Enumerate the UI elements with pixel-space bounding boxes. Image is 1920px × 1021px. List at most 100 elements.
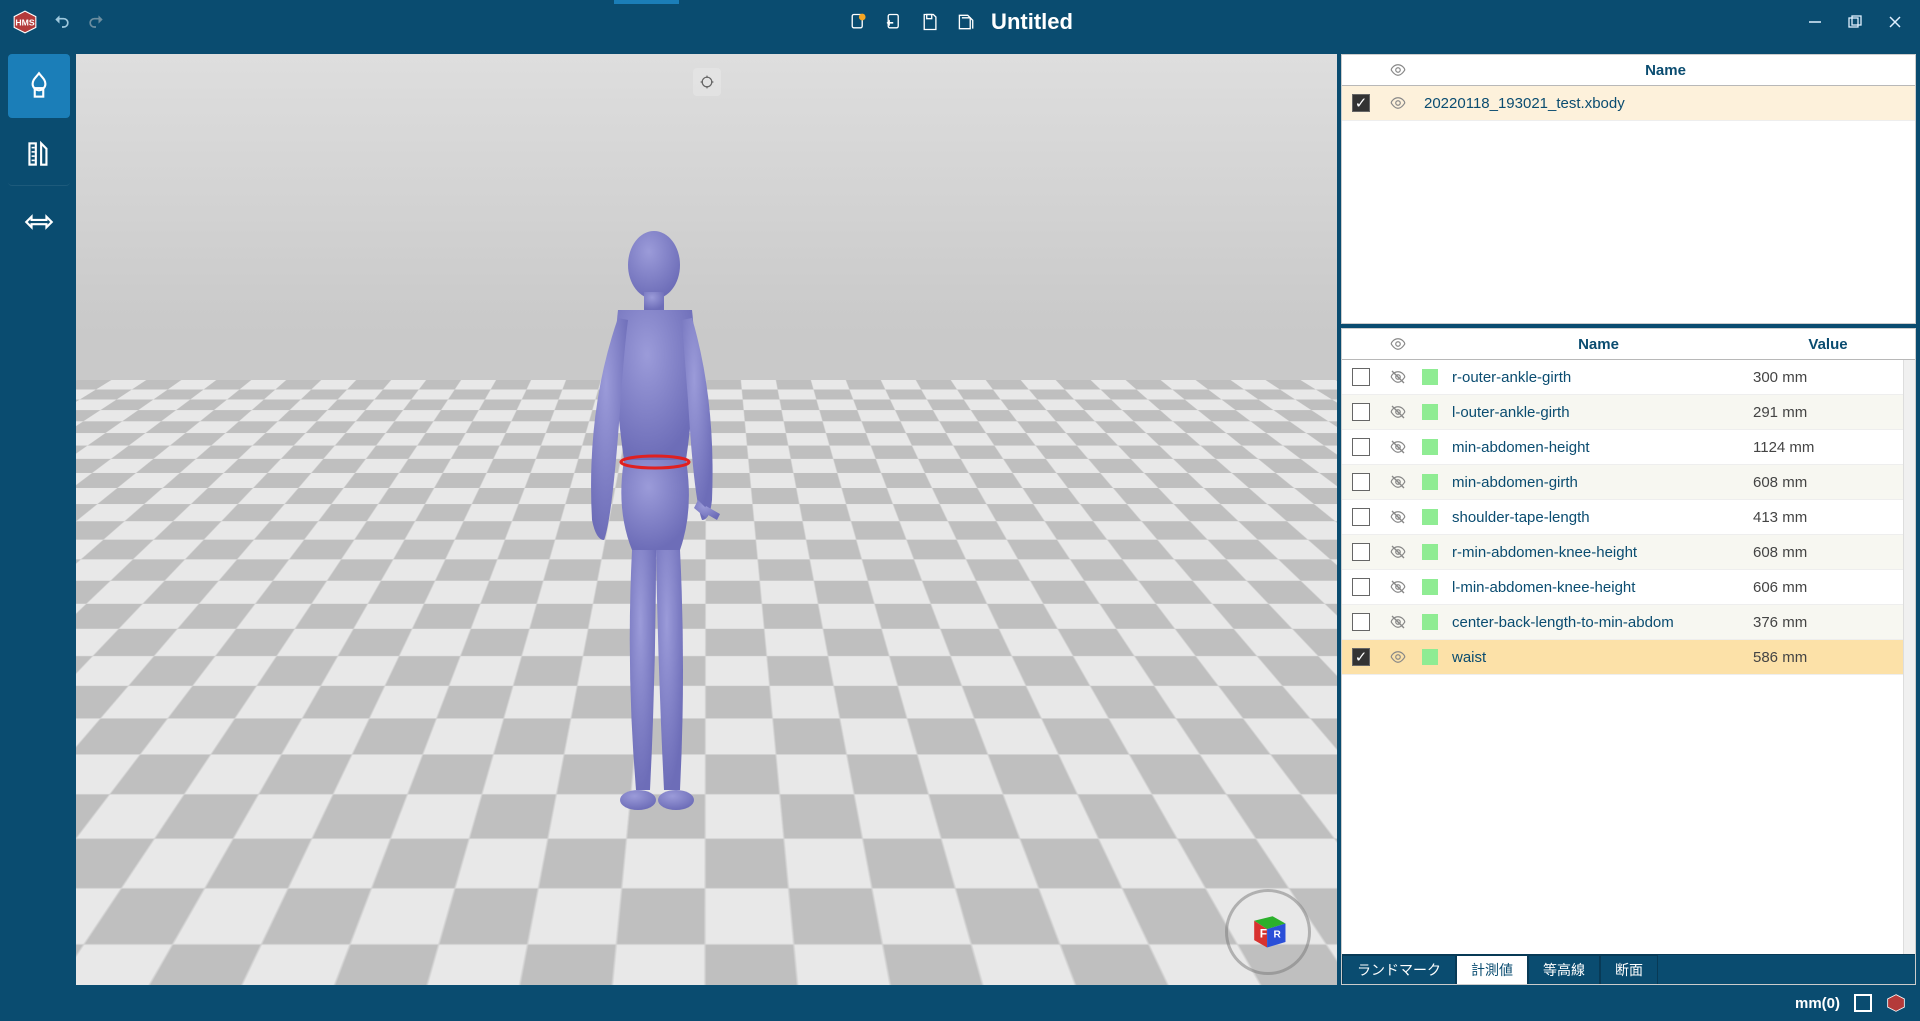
measure-header: Name Value — [1342, 329, 1915, 360]
3d-viewport[interactable]: F R — [76, 54, 1337, 985]
measure-name: shoulder-tape-length — [1444, 509, 1753, 526]
measure-checkbox[interactable] — [1352, 508, 1370, 526]
undo-button[interactable] — [52, 12, 72, 32]
measure-value-header[interactable]: Value — [1753, 336, 1903, 353]
tool-model[interactable] — [8, 54, 70, 118]
measure-checkbox[interactable]: ✓ — [1352, 648, 1370, 666]
color-swatch[interactable] — [1422, 439, 1438, 455]
viewport-camera-button[interactable] — [693, 68, 721, 96]
tab-計測値[interactable]: 計測値 — [1456, 955, 1528, 984]
redo-button[interactable] — [86, 12, 106, 32]
measure-checkbox[interactable] — [1352, 438, 1370, 456]
measure-row[interactable]: center-back-length-to-min-abdom376 mm — [1342, 605, 1903, 640]
right-panels: Name ✓ 20220118_193021_test.xbody Name Va… — [1341, 54, 1916, 985]
tab-断面[interactable]: 断面 — [1600, 955, 1658, 984]
measure-name: center-back-length-to-min-abdom — [1444, 614, 1753, 631]
title-tab-indicator — [614, 0, 679, 4]
tool-width[interactable] — [8, 190, 70, 254]
files-header: Name — [1342, 55, 1915, 86]
measure-row[interactable]: r-outer-ankle-girth300 mm — [1342, 360, 1903, 395]
measure-visibility-icon[interactable] — [1380, 438, 1416, 456]
window-maximize[interactable] — [1846, 13, 1864, 31]
color-swatch[interactable] — [1422, 579, 1438, 595]
measure-value: 376 mm — [1753, 614, 1903, 631]
app-logo: HMS — [12, 9, 38, 35]
window-minimize[interactable] — [1806, 13, 1824, 31]
svg-text:R: R — [1274, 929, 1282, 940]
tool-measure[interactable] — [8, 122, 70, 186]
measure-name-header[interactable]: Name — [1444, 336, 1753, 353]
measure-name: min-abdomen-girth — [1444, 474, 1753, 491]
measure-name: l-outer-ankle-girth — [1444, 404, 1753, 421]
measure-row[interactable]: r-min-abdomen-knee-height608 mm — [1342, 535, 1903, 570]
measure-checkbox[interactable] — [1352, 543, 1370, 561]
measure-value: 608 mm — [1753, 544, 1903, 561]
window-close[interactable] — [1886, 13, 1904, 31]
measure-name: r-min-abdomen-knee-height — [1444, 544, 1753, 561]
measure-row[interactable]: min-abdomen-girth608 mm — [1342, 465, 1903, 500]
body-mesh — [556, 210, 756, 830]
measure-visibility-icon[interactable] — [1380, 613, 1416, 631]
color-swatch[interactable] — [1422, 474, 1438, 490]
titlebar: HMS Untitled — [0, 0, 1920, 44]
measure-checkbox[interactable] — [1352, 578, 1370, 596]
file-row[interactable]: ✓ 20220118_193021_test.xbody — [1342, 86, 1915, 121]
status-logo — [1886, 993, 1906, 1013]
measure-visibility-icon[interactable] — [1380, 403, 1416, 421]
measure-visibility-icon[interactable] — [1380, 578, 1416, 596]
measure-value: 1124 mm — [1753, 439, 1903, 456]
measure-value: 300 mm — [1753, 369, 1903, 386]
new-file-icon[interactable] — [847, 11, 869, 33]
scrollbar[interactable] — [1903, 360, 1915, 954]
svg-text:F: F — [1260, 926, 1267, 940]
measure-visibility-icon[interactable] — [1380, 473, 1416, 491]
document-title: Untitled — [991, 9, 1073, 35]
color-swatch[interactable] — [1422, 544, 1438, 560]
file-visibility-icon[interactable] — [1380, 94, 1416, 112]
measure-value: 608 mm — [1753, 474, 1903, 491]
measure-visibility-icon[interactable] — [1380, 648, 1416, 666]
color-swatch[interactable] — [1422, 614, 1438, 630]
measure-value: 291 mm — [1753, 404, 1903, 421]
color-swatch[interactable] — [1422, 649, 1438, 665]
measure-name: r-outer-ankle-girth — [1444, 369, 1753, 386]
measure-row[interactable]: min-abdomen-height1124 mm — [1342, 430, 1903, 465]
measure-name: l-min-abdomen-knee-height — [1444, 579, 1753, 596]
statusbar: mm(0) — [0, 985, 1920, 1021]
measure-visibility-icon[interactable] — [1380, 368, 1416, 386]
files-name-header[interactable]: Name — [1416, 62, 1915, 79]
color-swatch[interactable] — [1422, 369, 1438, 385]
measure-value: 606 mm — [1753, 579, 1903, 596]
file-name: 20220118_193021_test.xbody — [1416, 95, 1915, 112]
measure-checkbox[interactable] — [1352, 613, 1370, 631]
measure-body: r-outer-ankle-girth300 mml-outer-ankle-g… — [1342, 360, 1903, 954]
measure-checkbox[interactable] — [1352, 368, 1370, 386]
measure-checkbox[interactable] — [1352, 473, 1370, 491]
view-cube[interactable]: F R — [1233, 897, 1303, 967]
color-swatch[interactable] — [1422, 404, 1438, 420]
panel-tabs: ランドマーク計測値等高線断面 — [1342, 954, 1915, 984]
measure-name: waist — [1444, 649, 1753, 666]
measure-row[interactable]: l-min-abdomen-knee-height606 mm — [1342, 570, 1903, 605]
measure-row[interactable]: l-outer-ankle-girth291 mm — [1342, 395, 1903, 430]
eye-icon — [1389, 335, 1407, 353]
measure-checkbox[interactable] — [1352, 403, 1370, 421]
measure-row[interactable]: shoulder-tape-length413 mm — [1342, 500, 1903, 535]
measure-visibility-icon[interactable] — [1380, 543, 1416, 561]
open-file-icon[interactable] — [883, 11, 905, 33]
measure-row[interactable]: ✓waist586 mm — [1342, 640, 1903, 675]
svg-text:HMS: HMS — [15, 17, 34, 27]
status-color-box[interactable] — [1854, 994, 1872, 1012]
files-panel: Name ✓ 20220118_193021_test.xbody — [1341, 54, 1916, 324]
file-checkbox[interactable]: ✓ — [1352, 94, 1370, 112]
color-swatch[interactable] — [1422, 509, 1438, 525]
measure-name: min-abdomen-height — [1444, 439, 1753, 456]
tab-ランドマーク[interactable]: ランドマーク — [1342, 955, 1456, 984]
tab-等高線[interactable]: 等高線 — [1528, 955, 1600, 984]
measure-visibility-icon[interactable] — [1380, 508, 1416, 526]
measure-value: 413 mm — [1753, 509, 1903, 526]
files-body: ✓ 20220118_193021_test.xbody — [1342, 86, 1915, 121]
save-icon[interactable] — [919, 11, 941, 33]
unit-display[interactable]: mm(0) — [1795, 995, 1840, 1012]
save-as-icon[interactable] — [955, 11, 977, 33]
